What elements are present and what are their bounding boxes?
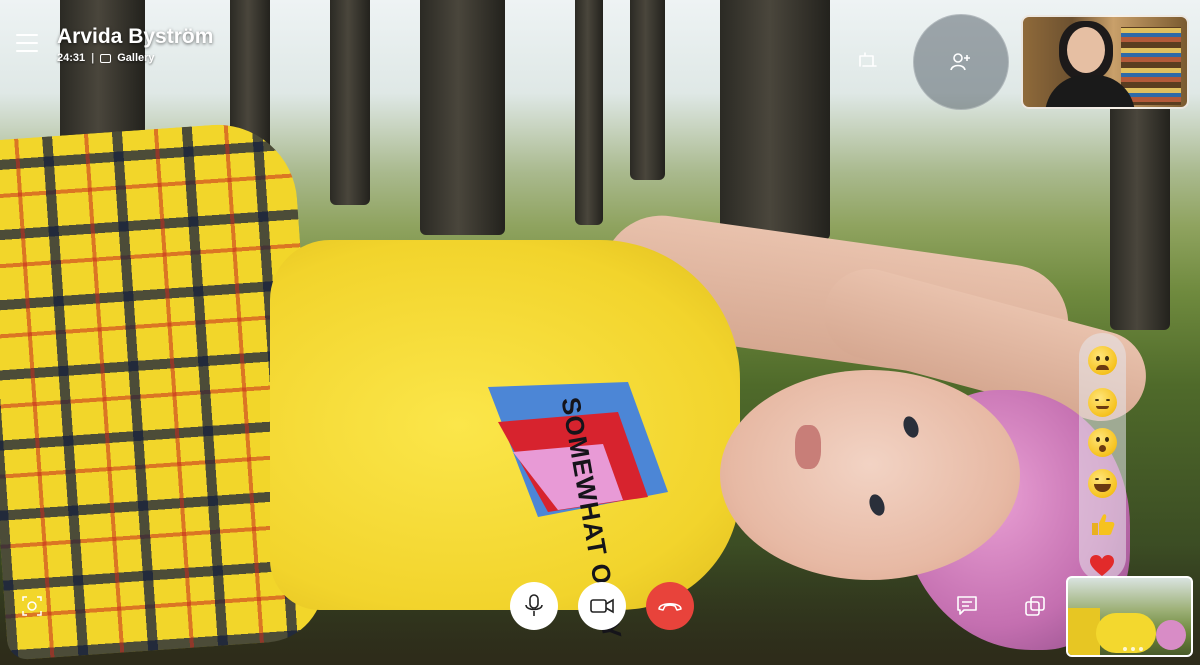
mute-microphone-button[interactable] <box>510 582 558 630</box>
camera-snapshot-icon[interactable] <box>22 596 42 616</box>
surprised-emoji-icon[interactable] <box>1088 428 1117 457</box>
view-mode-label[interactable]: Gallery <box>117 52 154 64</box>
sad-emoji-icon[interactable] <box>1088 346 1117 375</box>
bookshelf <box>1121 27 1181 105</box>
self-face <box>1067 27 1105 73</box>
share-screen-icon[interactable] <box>857 52 879 70</box>
preview-page-dots <box>1123 647 1143 651</box>
tree-trunk <box>330 0 370 205</box>
tree-trunk <box>1110 100 1170 330</box>
toggle-video-button[interactable] <box>578 582 626 630</box>
meta-separator: | <box>91 52 95 64</box>
self-view-video[interactable] <box>1021 15 1189 109</box>
face <box>720 370 1020 580</box>
end-call-button[interactable] <box>646 582 694 630</box>
laughing-emoji-icon[interactable] <box>1088 469 1117 498</box>
thumbs-up-icon[interactable] <box>1088 510 1116 538</box>
call-duration: 24:31 <box>57 52 86 64</box>
video-camera-icon <box>590 598 614 614</box>
remote-video-feed: SOMEWHAT OKAY <box>0 0 1200 665</box>
add-participant-button[interactable] <box>913 14 1009 110</box>
gallery-icon <box>100 53 112 63</box>
tree-trunk <box>575 0 603 225</box>
relieved-emoji-icon[interactable] <box>1088 388 1117 417</box>
call-meta: 24:31 | Gallery <box>57 52 155 64</box>
hang-up-icon <box>658 603 682 611</box>
tree-trunk <box>630 0 665 180</box>
microphone-icon <box>525 594 543 616</box>
chat-bubble-icon[interactable] <box>956 595 978 617</box>
switch-view-icon[interactable] <box>1024 595 1046 617</box>
hamburger-menu-icon[interactable] <box>16 34 38 52</box>
lips <box>795 425 821 469</box>
tree-trunk <box>420 0 505 235</box>
call-preview-thumbnail[interactable] <box>1066 576 1193 657</box>
caller-name: Arvida Byström <box>57 25 214 48</box>
tree-trunk <box>720 0 830 240</box>
add-person-icon <box>950 53 970 71</box>
preview-hair <box>1156 620 1186 650</box>
